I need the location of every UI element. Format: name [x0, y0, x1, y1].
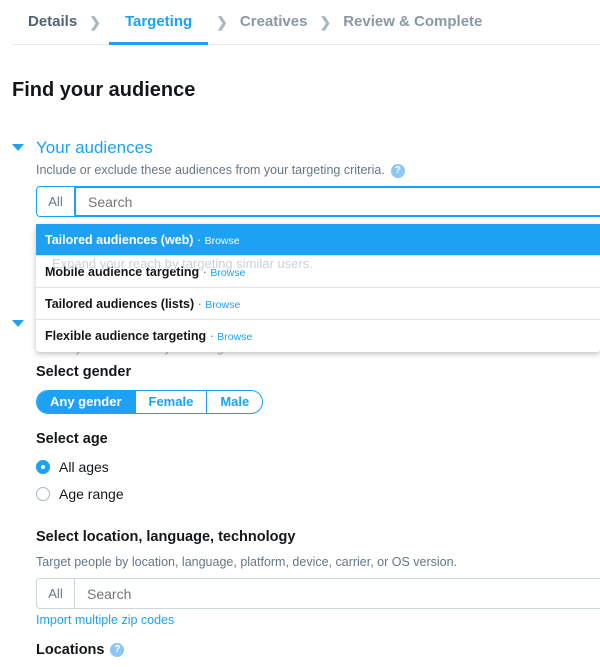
browse-link[interactable]: Browse	[217, 331, 252, 343]
step-details[interactable]: Details	[12, 0, 81, 45]
import-zip-link[interactable]: Import multiple zip codes	[36, 613, 174, 627]
section-title-audiences[interactable]: Your audiences	[36, 138, 153, 158]
dropdown-item[interactable]: Tailored audiences (web) · Browse	[36, 224, 600, 256]
all-filter[interactable]: All	[37, 187, 75, 216]
radio-all-ages[interactable]: All ages	[36, 459, 109, 475]
caret-down-icon[interactable]	[12, 144, 24, 151]
page-title: Find your audience	[12, 79, 196, 101]
chevron-right-icon: ❯	[216, 13, 228, 30]
audiences-description: Include or exclude these audiences from …	[36, 163, 405, 178]
caret-down-icon[interactable]	[12, 320, 24, 327]
step-review[interactable]: Review & Complete	[339, 0, 486, 45]
gender-any[interactable]: Any gender	[37, 391, 135, 413]
gender-toggle: Any gender Female Male	[36, 390, 264, 414]
all-filter[interactable]: All	[37, 579, 75, 608]
browse-link[interactable]: Browse	[205, 235, 240, 247]
browse-link[interactable]: Browse	[210, 267, 245, 279]
stepper: Details ❯ Targeting ❯ Creatives ❯ Review…	[12, 0, 600, 45]
chevron-right-icon: ❯	[89, 13, 101, 30]
chevron-right-icon: ❯	[319, 13, 332, 30]
audience-search: All	[36, 186, 600, 217]
dropdown-item[interactable]: Mobile audience targeting · Browse	[36, 256, 600, 288]
location-title: Select location, language, technology	[36, 529, 296, 545]
age-label: Select age	[36, 431, 108, 447]
dropdown-item[interactable]: Flexible audience targeting · Browse	[36, 320, 600, 352]
gender-label: Select gender	[36, 364, 132, 380]
radio-age-range[interactable]: Age range	[36, 486, 124, 502]
help-icon[interactable]: ?	[110, 643, 125, 658]
gender-female[interactable]: Female	[134, 391, 207, 413]
step-creatives[interactable]: Creatives	[236, 0, 312, 45]
location-search: All	[36, 578, 600, 609]
locations-label: Locations?	[36, 642, 125, 658]
dropdown-item[interactable]: Tailored audiences (lists) · Browse	[36, 288, 600, 320]
step-targeting[interactable]: Targeting	[108, 0, 209, 45]
location-search-input[interactable]	[75, 579, 600, 608]
location-description: Target people by location, language, pla…	[36, 555, 458, 569]
audience-search-input[interactable]	[74, 186, 600, 217]
radio-checked[interactable]	[36, 460, 50, 474]
browse-link[interactable]: Browse	[205, 299, 240, 311]
audience-dropdown: Tailored audiences (web) · Browse Mobile…	[36, 224, 600, 352]
radio-unchecked[interactable]	[36, 487, 50, 501]
gender-male[interactable]: Male	[206, 391, 262, 413]
help-icon[interactable]: ?	[390, 163, 405, 178]
